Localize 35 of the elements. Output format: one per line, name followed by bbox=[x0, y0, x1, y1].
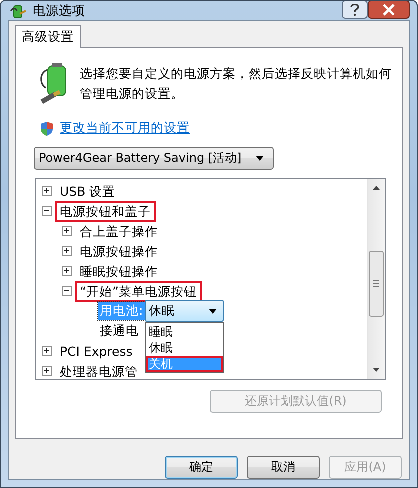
scroll-down-icon bbox=[373, 368, 380, 372]
collapse-icon[interactable] bbox=[42, 206, 52, 216]
collapse-icon[interactable] bbox=[62, 286, 72, 296]
tree-item[interactable]: PCI Express bbox=[55, 340, 138, 362]
plan-dropdown[interactable]: Power4Gear Battery Saving [活动] bbox=[34, 147, 274, 170]
scroll-up-icon bbox=[373, 186, 380, 190]
tree-item[interactable]: 合上盖子操作 bbox=[75, 220, 163, 242]
intro-text: 选择您要自定义的电源方案，然后选择反映计算机如何管理电源的设置。 bbox=[80, 65, 392, 103]
scroll-thumb[interactable] bbox=[369, 251, 384, 317]
tree-item[interactable]: 电源按钮和盖子 bbox=[55, 200, 156, 222]
expand-icon[interactable] bbox=[42, 186, 52, 196]
tree-item[interactable]: USB 设置 bbox=[55, 180, 121, 202]
tab[interactable]: 高级设置 bbox=[15, 25, 81, 48]
settings-link[interactable]: 更改当前不可用的设置 bbox=[60, 120, 190, 137]
dialog-button[interactable]: 确定 bbox=[165, 456, 238, 479]
dropdown-arrow-icon bbox=[256, 156, 264, 161]
dropdown-option[interactable]: 睡眠 bbox=[146, 324, 224, 340]
expand-icon[interactable] bbox=[42, 366, 52, 376]
expand-icon[interactable] bbox=[42, 346, 52, 356]
dropdown-arrow-icon bbox=[209, 308, 218, 314]
window-title: 电源选项 bbox=[33, 2, 86, 20]
setting-label[interactable]: 接通电 bbox=[98, 322, 141, 340]
expand-icon[interactable] bbox=[62, 266, 72, 276]
close-icon[interactable] bbox=[368, 1, 410, 19]
dialog-button[interactable]: 取消 bbox=[247, 456, 320, 479]
value-dropdown[interactable]: 休眠 bbox=[145, 300, 224, 322]
scrollbar[interactable] bbox=[367, 179, 385, 379]
expand-icon[interactable] bbox=[62, 246, 72, 256]
help-icon[interactable] bbox=[342, 1, 368, 19]
expand-icon[interactable] bbox=[62, 226, 72, 236]
tree-item[interactable]: 处理器电源管 bbox=[55, 360, 143, 379]
security-shield-icon bbox=[40, 120, 54, 136]
tree-item[interactable]: 电源按钮操作 bbox=[75, 240, 163, 262]
tree-item[interactable]: 睡眠按钮操作 bbox=[75, 260, 163, 282]
dropdown-option[interactable]: 休眠 bbox=[146, 340, 224, 356]
